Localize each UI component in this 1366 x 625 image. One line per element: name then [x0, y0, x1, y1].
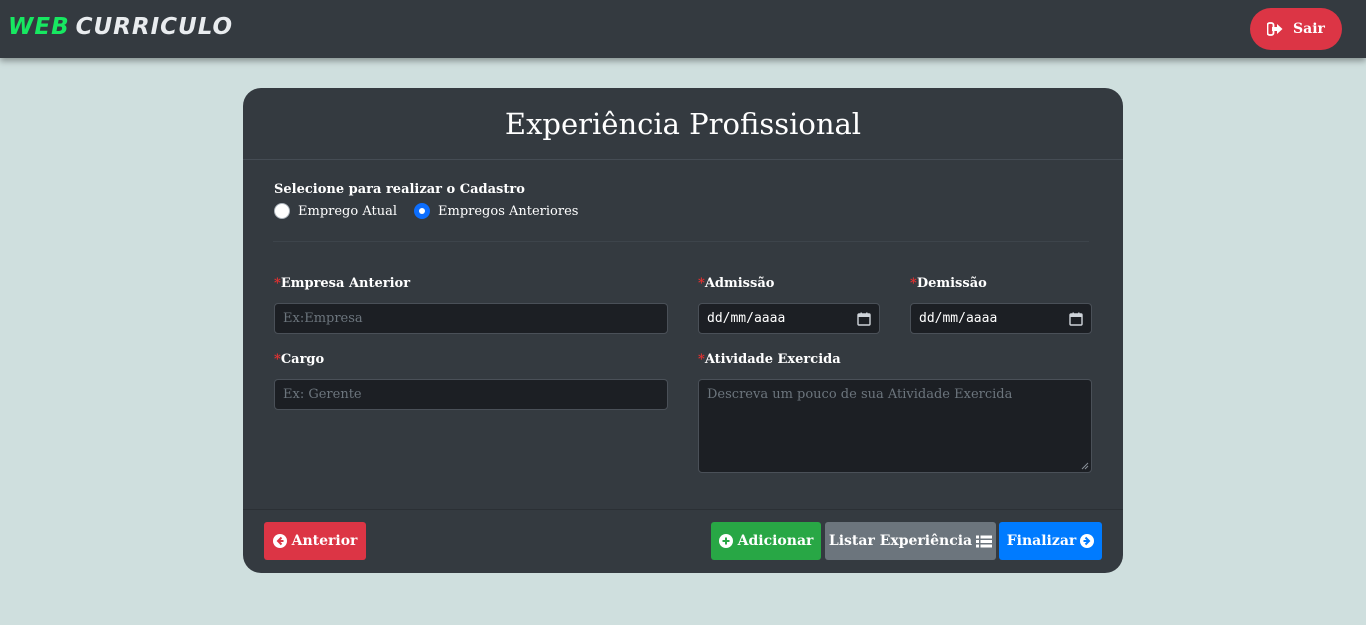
section-divider	[273, 241, 1089, 242]
demissao-label: *Demissão	[910, 276, 987, 291]
finalizar-button[interactable]: Finalizar	[999, 522, 1102, 560]
empresa-label: *Empresa Anterior	[274, 276, 410, 291]
sign-out-icon	[1267, 22, 1283, 36]
arrow-circle-right-icon	[1080, 534, 1095, 548]
finalizar-label: Finalizar	[1006, 533, 1077, 549]
admissao-value: dd/mm/aaaa	[707, 311, 786, 326]
atividade-placeholder: Descreva um pouco de sua Atividade Exerc…	[707, 387, 1013, 402]
cargo-placeholder: Ex: Gerente	[283, 387, 362, 402]
logout-label: Sair	[1293, 21, 1325, 37]
logo-web-text: WEB	[8, 14, 70, 40]
atividade-label-text: Atividade Exercida	[704, 352, 841, 367]
logo-curriculo-text: CURRICULO	[75, 14, 234, 40]
logo[interactable]: WEB CURRICULO	[8, 14, 233, 40]
card-header: Experiência Profissional	[243, 88, 1123, 160]
atividade-label: *Atividade Exercida	[698, 352, 841, 367]
admissao-date-input[interactable]: dd/mm/aaaa	[698, 303, 880, 334]
required-marker: *	[698, 352, 705, 367]
calendar-icon[interactable]	[857, 312, 871, 326]
demissao-date-input[interactable]: dd/mm/aaaa	[910, 303, 1092, 334]
cargo-input[interactable]: Ex: Gerente	[274, 379, 668, 410]
listar-experiencia-button[interactable]: Listar Experiência	[825, 522, 996, 560]
radio-label-emprego-atual: Emprego Atual	[298, 203, 397, 219]
cargo-label: *Cargo	[274, 352, 324, 367]
empresa-placeholder: Ex:Empresa	[283, 311, 363, 326]
adicionar-button[interactable]: Adicionar	[711, 522, 821, 560]
required-marker: *	[698, 276, 705, 291]
atividade-textarea[interactable]: Descreva um pouco de sua Atividade Exerc…	[698, 379, 1092, 473]
radio-button-checked[interactable]	[414, 203, 430, 219]
radio-label-empregos-anteriores: Empregos Anteriores	[438, 203, 579, 219]
cargo-label-text: Cargo	[280, 352, 325, 367]
logout-button[interactable]: Sair	[1250, 8, 1342, 50]
list-icon	[976, 535, 993, 547]
listar-label: Listar Experiência	[828, 533, 973, 549]
arrow-circle-left-icon	[272, 534, 287, 548]
anterior-button[interactable]: Anterior	[264, 522, 366, 560]
selection-label: Selecione para realizar o Cadastro	[274, 182, 525, 197]
required-marker: *	[910, 276, 917, 291]
demissao-label-text: Demissão	[916, 276, 987, 291]
demissao-value: dd/mm/aaaa	[919, 311, 998, 326]
required-marker: *	[274, 276, 281, 291]
experience-card: Experiência Profissional Selecione para …	[243, 88, 1123, 573]
admissao-label: *Admissão	[698, 276, 774, 291]
resize-handle-icon[interactable]	[1081, 462, 1089, 470]
footer-divider	[243, 509, 1123, 510]
adicionar-label: Adicionar	[737, 533, 814, 549]
required-marker: *	[274, 352, 281, 367]
top-navbar: WEB CURRICULO Sair	[0, 0, 1366, 58]
empresa-input[interactable]: Ex:Empresa	[274, 303, 668, 334]
radio-button-unchecked[interactable]	[274, 203, 290, 219]
radio-emprego-atual[interactable]: Emprego Atual	[274, 203, 397, 219]
calendar-icon[interactable]	[1069, 312, 1083, 326]
plus-circle-icon	[718, 534, 733, 548]
radio-empregos-anteriores[interactable]: Empregos Anteriores	[414, 203, 578, 219]
page-title: Experiência Profissional	[504, 106, 862, 141]
anterior-label: Anterior	[291, 533, 358, 549]
admissao-label-text: Admissão	[704, 276, 775, 291]
employment-type-radio-group: Emprego Atual Empregos Anteriores	[274, 203, 595, 219]
empresa-label-text: Empresa Anterior	[280, 276, 411, 291]
